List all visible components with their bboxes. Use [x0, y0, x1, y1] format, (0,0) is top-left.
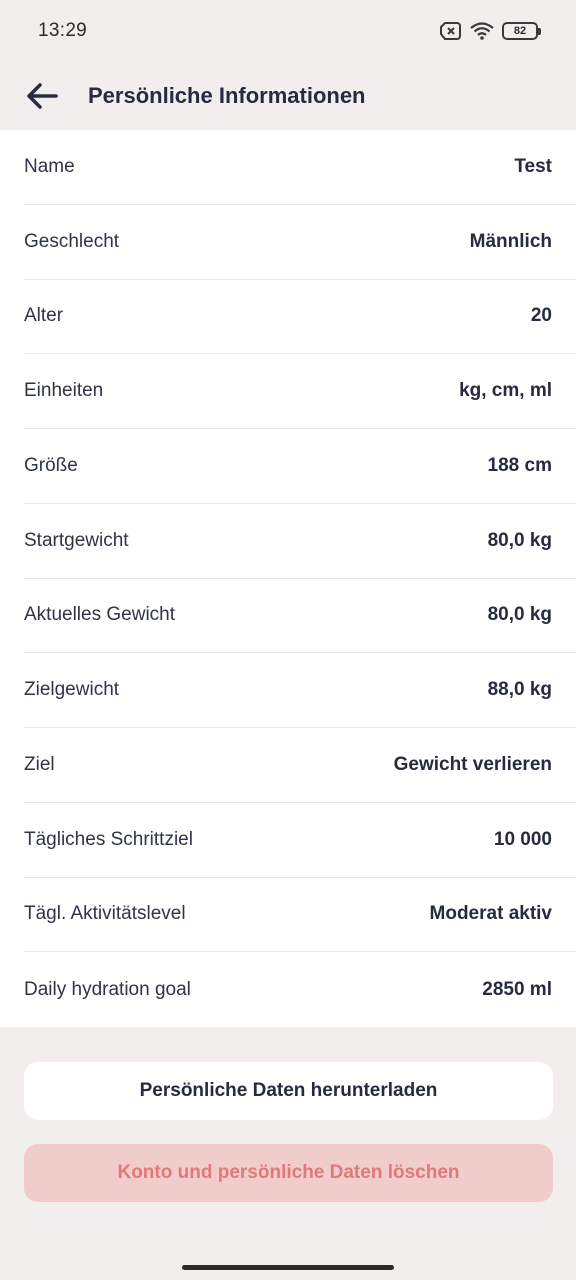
row-value: Männlich [469, 230, 552, 252]
row-value: 188 cm [487, 454, 552, 476]
row-goal[interactable]: Ziel Gewicht verlieren [24, 728, 576, 803]
row-value: 88,0 kg [487, 679, 552, 701]
wifi-icon [470, 22, 494, 40]
row-step-goal[interactable]: Tägliches Schrittziel 10 000 [24, 803, 576, 878]
no-sim-icon [440, 22, 462, 40]
personal-info-list: Name Test Geschlecht Männlich Alter 20 E… [0, 130, 576, 1027]
status-time: 13:29 [38, 20, 88, 41]
row-value: 10 000 [493, 828, 552, 850]
row-label: Startgewicht [24, 529, 129, 551]
row-current-weight[interactable]: Aktuelles Gewicht 80,0 kg [24, 579, 576, 654]
row-value: Test [514, 155, 552, 177]
row-hydration-goal[interactable]: Daily hydration goal 2850 ml [24, 952, 576, 1027]
row-value: 20 [530, 305, 552, 327]
row-label: Zielgewicht [24, 679, 120, 701]
row-label: Einheiten [24, 380, 104, 402]
row-age[interactable]: Alter 20 [24, 280, 576, 355]
row-activity-level[interactable]: Tägl. Aktivitätslevel Moderat aktiv [24, 878, 576, 953]
battery-icon: 82 [502, 22, 541, 40]
page-title: Persönliche Informationen [88, 83, 366, 108]
row-label: Tägliches Schrittziel [24, 828, 193, 850]
row-target-weight[interactable]: Zielgewicht 88,0 kg [24, 653, 576, 728]
row-gender[interactable]: Geschlecht Männlich [24, 205, 576, 280]
delete-account-button[interactable]: Konto und persönliche Daten löschen [24, 1144, 553, 1202]
row-label: Aktuelles Gewicht [24, 604, 176, 626]
row-value: kg, cm, ml [459, 380, 552, 402]
status-icons: 82 [440, 22, 541, 40]
row-value: 80,0 kg [487, 529, 552, 551]
row-units[interactable]: Einheiten kg, cm, ml [24, 354, 576, 429]
row-value: Moderat aktiv [429, 903, 552, 925]
back-button[interactable] [24, 78, 60, 114]
app-bar: Persönliche Informationen [0, 62, 576, 130]
row-value: 2850 ml [482, 978, 552, 1000]
row-label: Ziel [24, 753, 55, 775]
row-label: Tägl. Aktivitätslevel [24, 903, 186, 925]
row-label: Daily hydration goal [24, 978, 191, 1000]
row-label: Geschlecht [24, 230, 120, 252]
row-label: Alter [24, 305, 64, 327]
row-label: Größe [24, 454, 78, 476]
row-label: Name [24, 155, 75, 177]
row-start-weight[interactable]: Startgewicht 80,0 kg [24, 504, 576, 579]
arrow-left-icon [27, 83, 58, 109]
home-indicator[interactable] [182, 1265, 394, 1270]
row-name[interactable]: Name Test [24, 130, 576, 205]
row-value: Gewicht verlieren [393, 753, 552, 775]
download-data-button[interactable]: Persönliche Daten herunterladen [24, 1062, 553, 1120]
row-value: 80,0 kg [487, 604, 552, 626]
status-bar: 13:29 82 [0, 0, 576, 62]
row-height[interactable]: Größe 188 cm [24, 429, 576, 504]
